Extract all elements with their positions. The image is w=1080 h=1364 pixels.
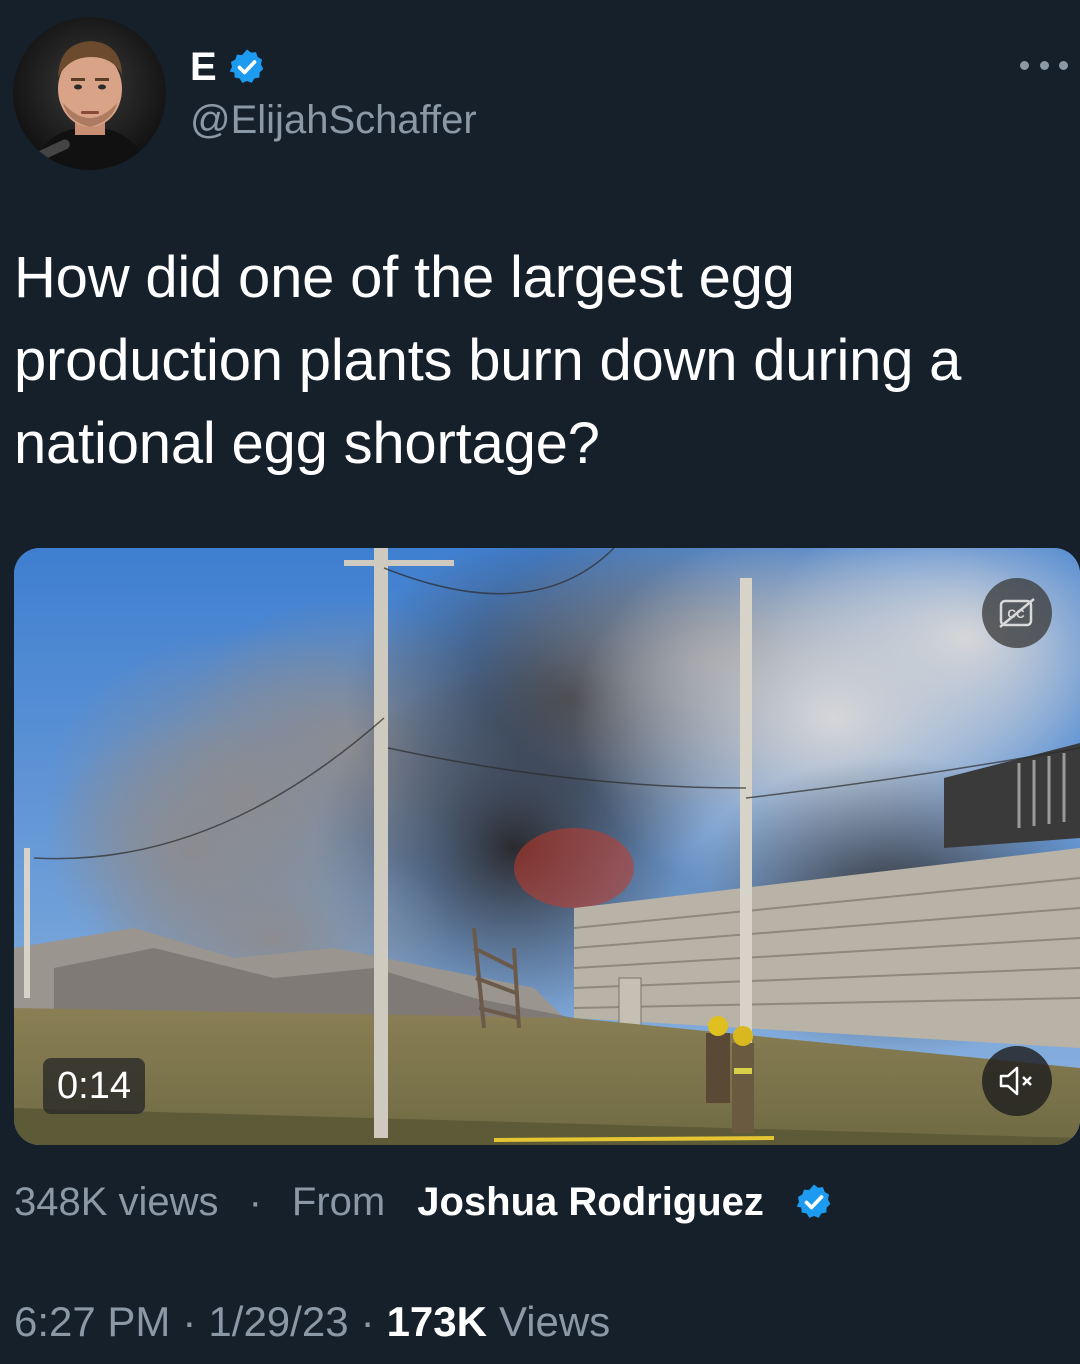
author-name-row[interactable]: E [190, 44, 267, 90]
closed-captions-icon: CC [999, 598, 1035, 628]
author-display-name[interactable]: E [190, 44, 217, 90]
separator-dot: · [248, 1179, 262, 1224]
from-label: From [291, 1179, 386, 1224]
mute-toggle-button[interactable] [982, 1046, 1052, 1116]
muted-speaker-icon [999, 1066, 1032, 1096]
video-frame-fire-scene [14, 548, 1080, 1145]
tweet-text: How did one of the largest egg productio… [14, 245, 962, 476]
video-source-link[interactable]: Joshua Rodriguez [417, 1180, 764, 1225]
verified-badge-icon [227, 47, 267, 87]
tweet-timestamp-row: 6:27 PM · 1/29/23 · 173K Views [14, 1292, 610, 1352]
views-label: Views [498, 1298, 611, 1345]
more-dot-icon [1059, 60, 1068, 70]
more-dot-icon [1039, 60, 1049, 70]
more-options-button[interactable] [1020, 48, 1068, 82]
video-attribution-row: 348K views · From Joshua Rodriguez [14, 1172, 834, 1232]
separator-dot: · [182, 1298, 197, 1345]
tweet-time[interactable]: 6:27 PM [14, 1298, 170, 1346]
video-player[interactable]: CC 0:14 [14, 548, 1080, 1145]
tweet-date[interactable]: 1/29/23 [208, 1298, 348, 1346]
avatar[interactable] [13, 17, 166, 170]
separator-dot: · [360, 1298, 375, 1345]
verified-badge-icon [794, 1182, 834, 1222]
closed-captions-button[interactable]: CC [982, 578, 1052, 648]
more-dot-icon [1020, 60, 1029, 70]
video-view-count: 348K views [14, 1179, 219, 1224]
author-handle[interactable]: @ElijahSchaffer [190, 96, 477, 144]
video-duration-badge: 0:14 [43, 1058, 145, 1114]
tweet-view-count[interactable]: 173K [387, 1298, 487, 1346]
